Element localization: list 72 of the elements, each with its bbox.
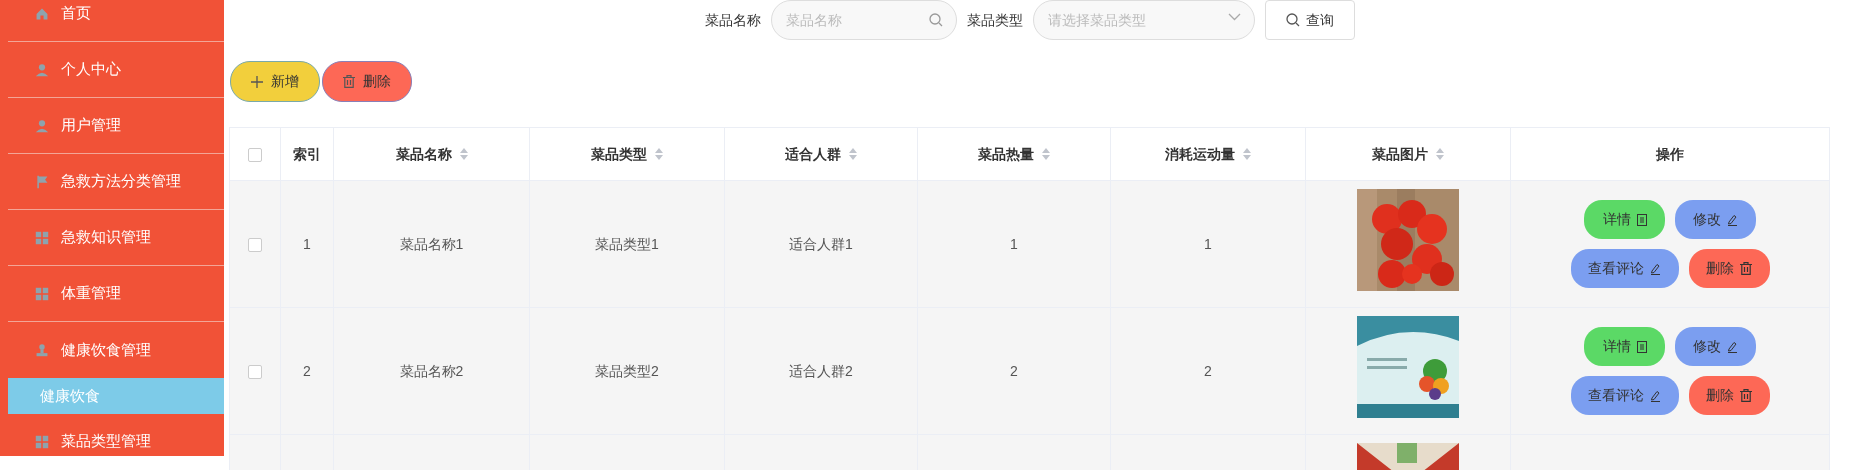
trash-icon xyxy=(1740,262,1752,275)
column-header[interactable]: 菜品名称 xyxy=(395,143,452,165)
table-cell: 菜品名称1 xyxy=(399,235,464,252)
grid-icon xyxy=(35,286,49,301)
stamp-icon xyxy=(35,343,49,357)
comments-button[interactable]: 查看评论 xyxy=(1570,376,1679,415)
checkbox[interactable] xyxy=(248,237,262,252)
trash-icon xyxy=(343,75,355,88)
column-header[interactable]: 操作 xyxy=(1656,143,1684,165)
table-cell: 适合人群1 xyxy=(789,235,853,252)
edit-button[interactable]: 修改 xyxy=(1675,200,1756,239)
document-icon xyxy=(1636,340,1647,353)
sort-icon[interactable] xyxy=(459,148,468,160)
home-icon xyxy=(35,6,49,21)
trash-icon xyxy=(1740,389,1752,402)
search-button[interactable]: 查询 xyxy=(1265,0,1355,40)
table-cell: 2 xyxy=(303,362,311,379)
sidebar-item[interactable]: 菜品类型管理 xyxy=(8,414,224,456)
sidebar-item[interactable]: 用户管理 xyxy=(8,98,224,154)
pencil-icon xyxy=(1727,340,1738,353)
delete-button[interactable]: 删除 xyxy=(322,61,412,102)
detail-button[interactable]: 详情 xyxy=(1584,327,1665,366)
plus-icon xyxy=(251,75,263,88)
edit-button[interactable]: 修改 xyxy=(1675,327,1756,366)
table-cell: 1 xyxy=(1010,235,1018,252)
sort-icon[interactable] xyxy=(1042,148,1050,160)
sort-icon[interactable] xyxy=(1243,148,1251,160)
table-cell: 菜品名称2 xyxy=(399,362,464,379)
add-button[interactable]: 新增 xyxy=(230,61,320,102)
search-field[interactable]: 菜品名称 xyxy=(771,0,957,40)
table-cell: 2 xyxy=(1010,362,1018,379)
pencil-icon xyxy=(1727,213,1738,226)
sort-icon[interactable] xyxy=(1436,148,1444,160)
search-icon xyxy=(1286,13,1300,27)
column-header[interactable]: 消耗运动量 xyxy=(1165,143,1235,165)
field-label: 菜品名称 xyxy=(705,10,761,30)
table-cell: 2 xyxy=(1204,362,1212,379)
column-header[interactable]: 适合人群 xyxy=(785,143,841,165)
sort-icon[interactable] xyxy=(849,148,857,160)
grid-icon xyxy=(35,434,49,449)
table-cell: 适合人群2 xyxy=(789,362,853,379)
select-field[interactable]: 请选择菜品类型 xyxy=(1033,0,1255,40)
sidebar-item[interactable]: 急救知识管理 xyxy=(8,210,224,266)
checkbox[interactable] xyxy=(248,364,262,379)
person-icon xyxy=(35,118,49,133)
sidebar-item[interactable]: 健康饮食管理 xyxy=(8,322,224,378)
sidebar-item[interactable]: 个人中心 xyxy=(8,42,224,98)
grid-icon xyxy=(35,230,49,245)
delete-button[interactable]: 删除 xyxy=(1688,376,1770,415)
sidebar-item[interactable]: 首页 xyxy=(8,0,224,42)
person-icon xyxy=(35,62,49,77)
sidebar-item[interactable]: 体重管理 xyxy=(8,266,224,322)
field-label: 菜品类型 xyxy=(967,10,1023,30)
comments-button[interactable]: 查看评论 xyxy=(1570,249,1679,288)
column-header[interactable]: 菜品类型 xyxy=(591,143,647,165)
detail-button[interactable]: 详情 xyxy=(1584,200,1665,239)
table-cell: 1 xyxy=(303,235,311,252)
pencil-icon xyxy=(1650,262,1661,275)
table-cell: 1 xyxy=(1204,235,1212,252)
checkbox[interactable] xyxy=(248,147,262,162)
flag-icon xyxy=(35,174,49,189)
document-icon xyxy=(1636,213,1647,226)
table-cell: 菜品类型1 xyxy=(595,235,659,252)
sidebar-item[interactable]: 急救方法分类管理 xyxy=(8,154,224,210)
pencil-icon xyxy=(1650,389,1661,402)
column-header[interactable]: 菜品热量 xyxy=(978,143,1034,165)
search-icon xyxy=(929,13,943,27)
delete-button[interactable]: 删除 xyxy=(1688,249,1770,288)
chevron-down-icon xyxy=(1228,13,1241,21)
column-header[interactable]: 菜品图片 xyxy=(1372,143,1428,165)
sort-icon[interactable] xyxy=(655,148,663,160)
table-cell: 菜品类型2 xyxy=(595,362,659,379)
